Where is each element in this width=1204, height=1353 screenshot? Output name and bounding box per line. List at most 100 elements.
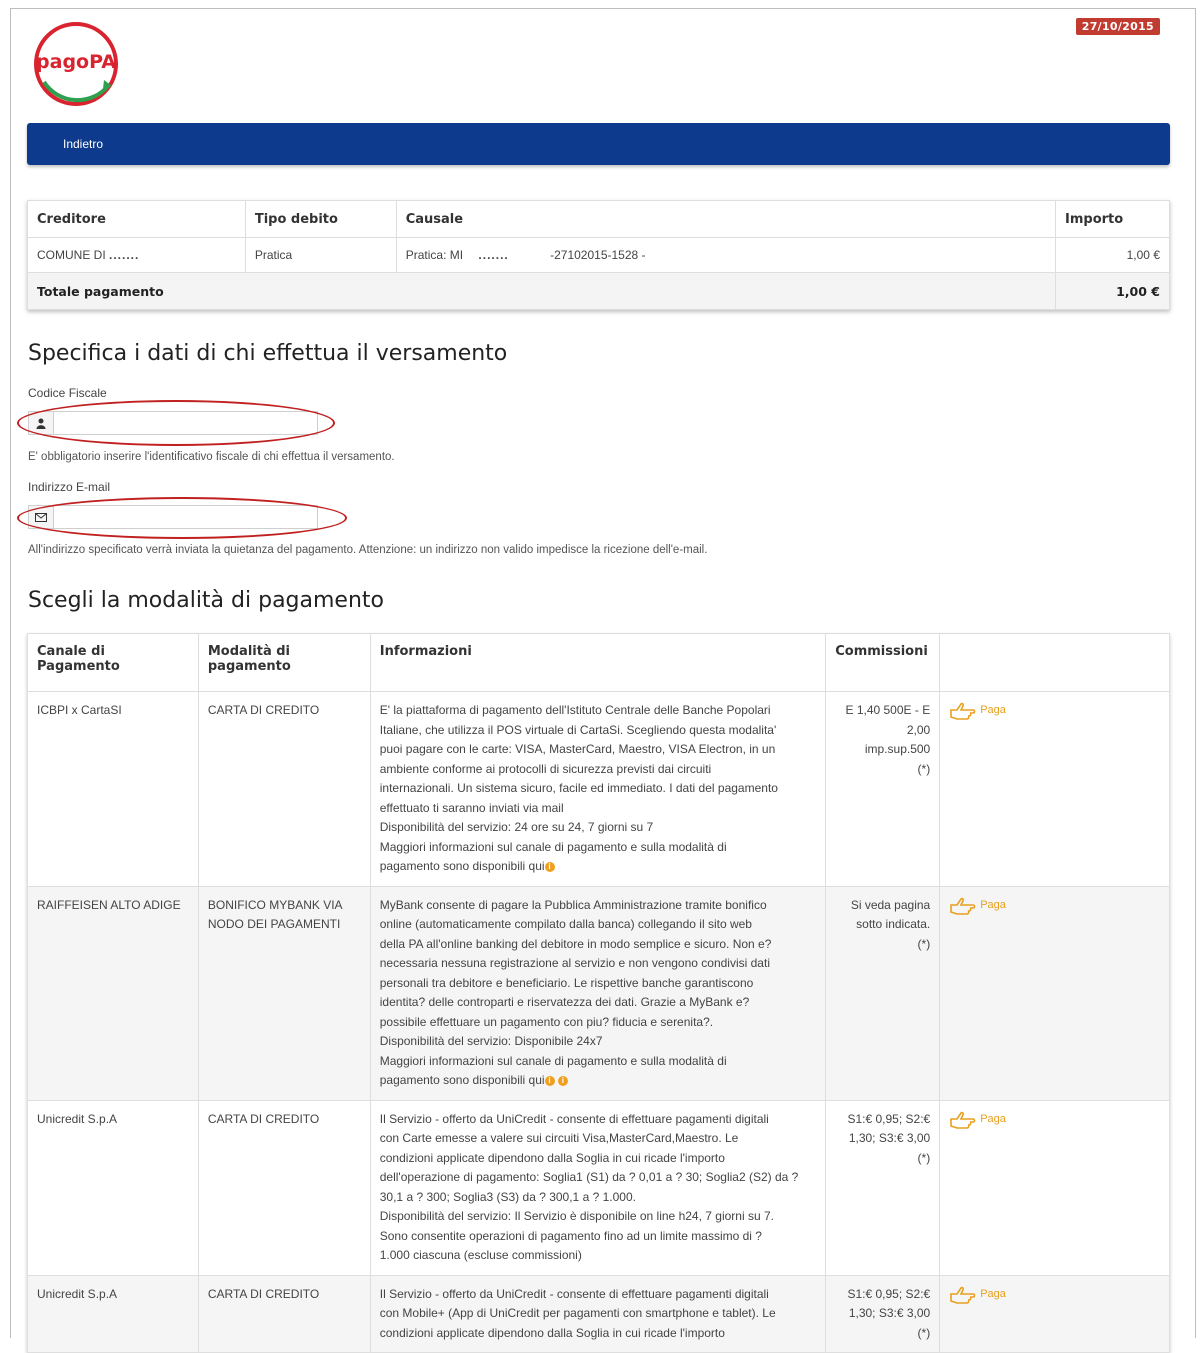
info-cell: E' la piattaforma di pagamento dell'Isti… bbox=[369, 691, 827, 887]
cell-importo: 1,00 € bbox=[1055, 237, 1170, 273]
info-line: internazionali. Un sistema sicuro, facil… bbox=[379, 781, 778, 795]
date-badge: 27/10/2015 bbox=[1075, 18, 1160, 35]
causale-prefix: Pratica: MI bbox=[405, 248, 464, 262]
col-canale: Canale di Pagamento bbox=[27, 633, 199, 692]
info-line: 1.000 ciascuna (escluse commissioni) bbox=[379, 1248, 582, 1262]
payment-methods-table: Canale di Pagamento Modalità di pagament… bbox=[27, 633, 1170, 1353]
info-line: con Carte emesse a valere sui circuiti V… bbox=[379, 1131, 739, 1145]
pay-button[interactable]: Paga bbox=[949, 701, 1006, 721]
modalita-cell: CARTA DI CREDITO bbox=[197, 691, 371, 887]
info-line: personali tra debitore e beneficiario. L… bbox=[379, 975, 754, 990]
info-line: E' la piattaforma di pagamento dell'Isti… bbox=[379, 703, 771, 717]
payer-section-title: Specifica i dati di chi effettua il vers… bbox=[28, 341, 508, 366]
col-azione bbox=[939, 633, 1170, 692]
pay-label: Paga bbox=[980, 898, 1006, 911]
commissioni-line: imp.sup.500 bbox=[864, 742, 931, 756]
info-line: con Mobile+ (App di UniCredit per pagame… bbox=[379, 1306, 776, 1320]
commissioni-line: E 1,40 500E - E bbox=[845, 703, 931, 717]
commissioni-cell: S1:€ 0,95; S2:€ 1,30; S3:€ 3,00 (*) bbox=[825, 1099, 941, 1276]
pay-button[interactable]: Paga bbox=[949, 1285, 1006, 1305]
causale-suffix: -27102015-1528 - bbox=[550, 248, 646, 262]
info-icon[interactable]: i bbox=[557, 1075, 568, 1086]
action-cell: Paga bbox=[939, 691, 1170, 887]
info-link-text[interactable]: pagamento sono disponibili qui bbox=[380, 859, 545, 873]
info-line: condizioni applicate dipendono dalla Sog… bbox=[379, 1325, 725, 1340]
summary-total-row: Totale pagamento 1,00 € bbox=[26, 272, 1170, 310]
info-line: condizioni applicate dipendono dalla Sog… bbox=[379, 1150, 725, 1165]
info-line: Disponibilità del servizio: Il Servizio … bbox=[379, 1209, 774, 1223]
info-line: pagamento sono disponibili qui i bbox=[380, 857, 816, 877]
col-creditore: Creditore bbox=[27, 200, 246, 238]
pagopa-logo[interactable]: pagoPA bbox=[30, 16, 122, 112]
info-link-text[interactable]: pagamento sono disponibili qui bbox=[380, 1073, 545, 1087]
hand-pointer-icon bbox=[950, 1286, 976, 1304]
total-value: 1,00 € bbox=[1055, 272, 1170, 310]
codice-fiscale-label: Codice Fiscale bbox=[28, 386, 107, 400]
method-row: RAIFFEISEN ALTO ADIGE BONIFICO MYBANK VI… bbox=[27, 885, 1170, 1101]
action-cell: Paga bbox=[939, 885, 1170, 1101]
pay-label: Paga bbox=[980, 1287, 1006, 1300]
info-line: puoi pagare con le carte: VISA, MasterCa… bbox=[379, 742, 776, 756]
commissioni-line: (*) bbox=[917, 761, 931, 776]
info-line: Maggiori informazioni sul canale di paga… bbox=[379, 1053, 727, 1068]
info-line: online (automaticamente compilato dalla … bbox=[379, 917, 752, 931]
info-cell: Il Servizio - offerto da UniCredit - con… bbox=[369, 1274, 827, 1353]
info-line: MyBank consente di pagare la Pubblica Am… bbox=[379, 897, 767, 912]
canale-cell: ICBPI x CartaSI bbox=[27, 691, 199, 887]
info-line: Disponibilità del servizio: Disponibile … bbox=[379, 1034, 603, 1048]
pay-label: Paga bbox=[980, 1112, 1006, 1125]
commissioni-line: S1:€ 0,95; S2:€ bbox=[847, 1111, 931, 1126]
info-line: Disponibilità del servizio: 24 ore su 24… bbox=[379, 820, 654, 834]
commissioni-cell: Si veda pagina sotto indicata. (*) bbox=[825, 885, 941, 1101]
methods-header-row: Canale di Pagamento Modalità di pagament… bbox=[27, 633, 1170, 692]
col-modalita: Modalità di pagamento bbox=[197, 633, 371, 692]
info-line: necessaria nessuna registrazione al serv… bbox=[379, 956, 770, 970]
info-line: Maggiori informazioni sul canale di paga… bbox=[379, 839, 727, 854]
logo-wordmark: pagoPA bbox=[36, 51, 116, 73]
hand-pointer-icon bbox=[950, 1111, 976, 1129]
causale-mask: ....... bbox=[478, 248, 509, 262]
total-label: Totale pagamento bbox=[26, 272, 1057, 310]
info-icon[interactable]: i bbox=[544, 861, 555, 872]
info-cell: MyBank consente di pagare la Pubblica Am… bbox=[369, 885, 827, 1101]
info-line: Italiane, che utilizza il POS virtuale d… bbox=[379, 722, 777, 737]
top-navbar: Indietro bbox=[27, 123, 1170, 165]
email-label: Indirizzo E-mail bbox=[28, 480, 111, 494]
action-cell: Paga bbox=[939, 1099, 1170, 1276]
method-row: Unicredit S.p.A CARTA DI CREDITO Il Serv… bbox=[27, 1099, 1170, 1276]
cell-causale: Pratica: MI ....... -27102015-1528 - bbox=[395, 237, 1057, 273]
pay-button[interactable]: Paga bbox=[949, 896, 1006, 916]
info-line: ambiente conforme ai protocolli di sicur… bbox=[379, 761, 712, 776]
email-input[interactable] bbox=[54, 506, 317, 528]
info-line: Il Servizio - offerto da UniCredit - con… bbox=[379, 1111, 769, 1126]
commissioni-cell: S1:€ 0,95; S2:€ 1,30; S3:€ 3,00 (*) bbox=[825, 1274, 941, 1353]
cell-tipo: Pratica bbox=[244, 237, 397, 273]
codice-fiscale-hint: E' obbligatorio inserire l'identificativ… bbox=[28, 451, 395, 463]
pay-button[interactable]: Paga bbox=[949, 1110, 1006, 1130]
commissioni-cell: E 1,40 500E - E 2,00 imp.sup.500 (*) bbox=[825, 691, 941, 887]
hand-pointer-icon bbox=[950, 702, 976, 720]
creditore-name: COMUNE DI bbox=[37, 248, 106, 262]
canale-cell: Unicredit S.p.A bbox=[27, 1099, 199, 1276]
info-line: possibile effettuare un pagamento con pi… bbox=[379, 1014, 714, 1029]
user-icon bbox=[29, 412, 54, 434]
commissioni-line: S1:€ 0,95; S2:€ bbox=[847, 1286, 931, 1301]
email-field bbox=[28, 505, 318, 529]
commissioni-line: (*) bbox=[917, 936, 931, 951]
pay-label: Paga bbox=[980, 704, 1006, 716]
info-line: dell'operazione di pagamento: Soglia1 (S… bbox=[379, 1170, 799, 1184]
hand-pointer-icon bbox=[950, 897, 976, 915]
col-commissioni: Commissioni bbox=[825, 633, 941, 692]
back-link[interactable]: Indietro bbox=[63, 137, 103, 151]
commissioni-line: 2,00 bbox=[906, 722, 931, 737]
codice-fiscale-input[interactable] bbox=[54, 412, 317, 434]
codice-fiscale-field bbox=[28, 411, 318, 435]
method-row: Unicredit S.p.A CARTA DI CREDITO Il Serv… bbox=[27, 1274, 1170, 1353]
commissioni-line: Si veda pagina bbox=[850, 897, 931, 912]
envelope-icon bbox=[29, 506, 54, 528]
modalita-cell: CARTA DI CREDITO bbox=[197, 1099, 371, 1276]
method-row: ICBPI x CartaSI CARTA DI CREDITO E' la p… bbox=[27, 691, 1170, 887]
info-icon[interactable]: i bbox=[544, 1075, 555, 1086]
summary-row: COMUNE DI ....... Pratica Pratica: MI ..… bbox=[27, 237, 1170, 273]
modalita-cell: BONIFICO MYBANK VIA NODO DEI PAGAMENTI bbox=[197, 885, 371, 1101]
